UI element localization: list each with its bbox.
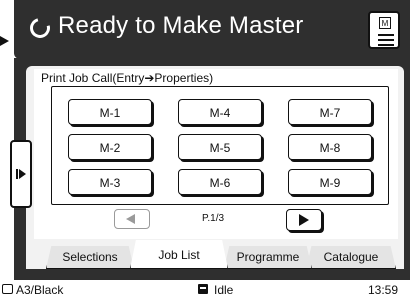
prev-arrow-icon: [126, 214, 135, 224]
next-arrow-icon: [299, 214, 309, 226]
job-button-m9[interactable]: M-9: [288, 169, 372, 195]
prev-page-button[interactable]: [114, 209, 150, 229]
job-button-m8[interactable]: M-8: [288, 134, 372, 160]
job-button-m5[interactable]: M-5: [178, 134, 262, 160]
panel-title: Print Job Call(Entry➔Properties): [41, 71, 214, 85]
job-button-m3[interactable]: M-3: [68, 169, 152, 195]
page-indicator: P.1/3: [202, 213, 225, 224]
next-page-button[interactable]: [286, 209, 322, 231]
ready-icon: [26, 14, 54, 42]
job-button-m6[interactable]: M-6: [178, 169, 262, 195]
master-doc-icon: M: [379, 17, 391, 29]
job-button-m4[interactable]: M-4: [178, 99, 262, 125]
clock: 13:59: [368, 283, 399, 297]
banner-title: Ready to Make Master: [58, 12, 304, 39]
paper-status: A3/Black: [16, 283, 64, 297]
job-button-m1[interactable]: M-1: [68, 99, 152, 125]
master-doc-button[interactable]: M: [368, 11, 400, 49]
idle-icon: [198, 284, 208, 294]
status-banner: Ready to Make Master M: [14, 0, 410, 59]
job-button-m7[interactable]: M-7: [288, 99, 372, 125]
side-expand-button[interactable]: [10, 140, 32, 208]
side-expand-icon: [19, 169, 26, 179]
tab-job-list[interactable]: Job List: [130, 240, 228, 269]
job-button-m2[interactable]: M-2: [68, 134, 152, 160]
tab-catalogue[interactable]: Catalogue: [306, 246, 396, 269]
indicator-arrow-icon: [0, 36, 9, 46]
machine-state: Idle: [214, 283, 234, 297]
status-bar: A3/Black Idle 13:59: [0, 280, 410, 299]
printer-icon: [2, 284, 13, 294]
tab-programme[interactable]: Programme: [224, 246, 312, 269]
tab-selections[interactable]: Selections: [46, 246, 134, 269]
